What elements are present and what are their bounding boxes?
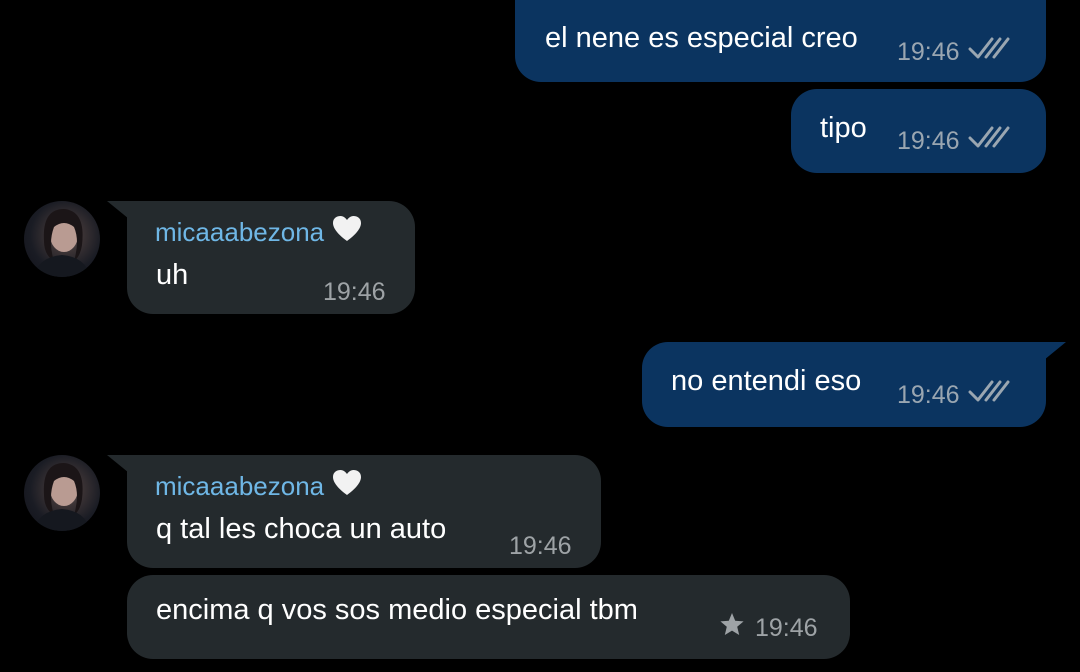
sender-name[interactable]: micaaabezona [155, 469, 362, 503]
outgoing-message[interactable]: tipo 19:46 [791, 89, 1046, 173]
bubble-tail [107, 201, 129, 219]
double-check-icon [968, 36, 1014, 67]
message-text: no entendi eso [671, 365, 862, 397]
incoming-message[interactable]: encima q vos sos medio especial tbm 19:4… [127, 575, 850, 659]
message-text: q tal les choca un auto [156, 513, 447, 545]
message-meta: 19:46 [897, 125, 1014, 156]
message-time: 19:46 [897, 126, 960, 155]
bubble-tail [1044, 342, 1066, 360]
message-meta: 19:46 [897, 36, 1014, 67]
white-heart-icon [332, 215, 362, 249]
avatar-photo [34, 209, 90, 277]
outgoing-message[interactable]: el nene es especial creo 19:46 [515, 0, 1046, 82]
outgoing-message[interactable]: no entendi eso 19:46 [642, 342, 1046, 427]
message-meta: 19:46 [719, 612, 818, 644]
white-heart-icon [332, 469, 362, 503]
message-meta: 19:46 [897, 379, 1014, 410]
message-time: 19:46 [755, 614, 818, 642]
incoming-message[interactable]: micaaabezona q tal les choca un auto 19:… [127, 455, 601, 568]
message-text: el nene es especial creo [545, 22, 858, 54]
message-time: 19:46 [897, 37, 960, 66]
double-check-icon [968, 125, 1014, 156]
message-time: 19:46 [897, 380, 960, 409]
message-text: encima q vos sos medio especial tbm [156, 594, 638, 626]
contact-avatar[interactable] [24, 201, 100, 277]
message-time: 19:46 [509, 532, 572, 560]
star-icon [719, 612, 745, 644]
sender-name[interactable]: micaaabezona [155, 215, 362, 249]
chat-area[interactable]: el nene es especial creo 19:46 tipo 19:4… [0, 0, 1080, 672]
message-time: 19:46 [323, 278, 386, 306]
contact-avatar[interactable] [24, 455, 100, 531]
message-text: tipo [820, 112, 867, 144]
bubble-tail [107, 455, 129, 473]
double-check-icon [968, 379, 1014, 410]
incoming-message[interactable]: micaaabezona uh 19:46 [127, 201, 415, 314]
message-text: uh [156, 259, 189, 291]
avatar-photo [34, 463, 90, 531]
